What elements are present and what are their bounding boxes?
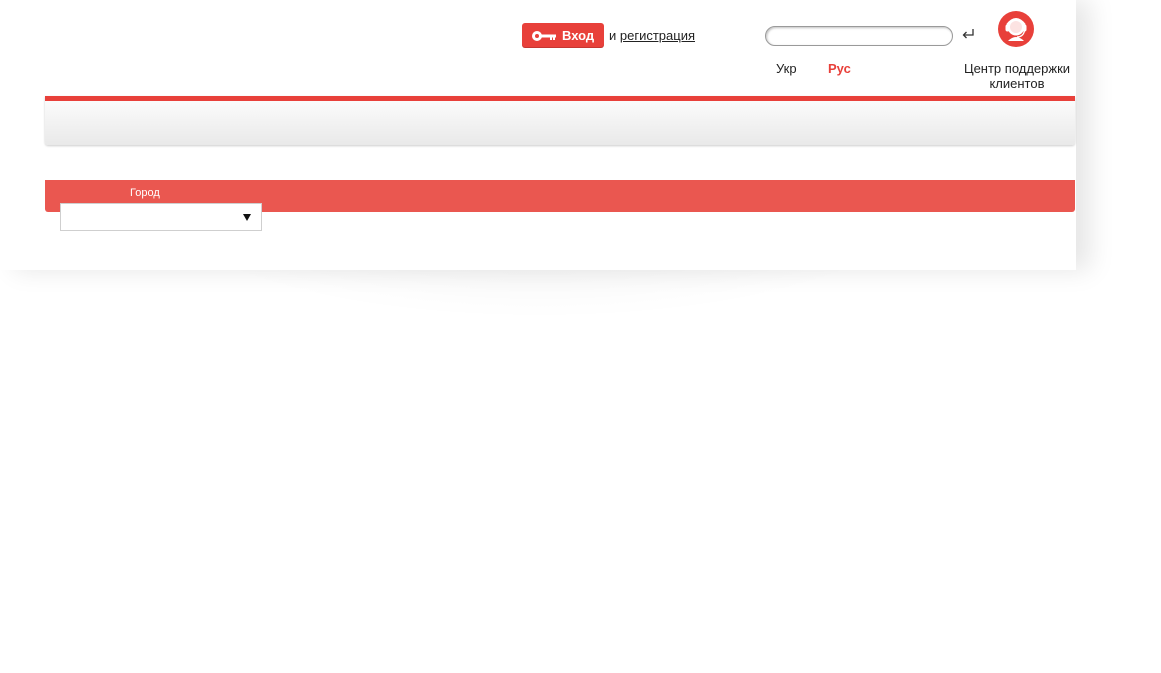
support-center-link[interactable]: Центр поддержки клиентов — [955, 61, 1079, 91]
login-label: Вход — [562, 28, 595, 43]
page-container: Вход и регистрация Укр Рус Центр поддерж… — [0, 0, 1076, 270]
customer-support-icon[interactable] — [997, 10, 1035, 48]
city-label: Город — [130, 187, 160, 199]
dropdown-arrow-icon — [243, 214, 251, 221]
lang-ukr-link[interactable]: Укр — [776, 61, 797, 76]
enter-arrow-icon[interactable] — [961, 27, 975, 41]
city-select[interactable] — [60, 203, 262, 231]
lang-rus-link[interactable]: Рус — [828, 61, 851, 76]
login-button[interactable]: Вход — [522, 23, 604, 48]
search-input[interactable] — [765, 26, 953, 46]
nav-bar — [45, 96, 1075, 145]
key-icon — [532, 30, 556, 41]
register-block: и регистрация — [609, 28, 695, 43]
register-prefix: и — [609, 28, 617, 43]
register-link[interactable]: регистрация — [620, 28, 695, 43]
